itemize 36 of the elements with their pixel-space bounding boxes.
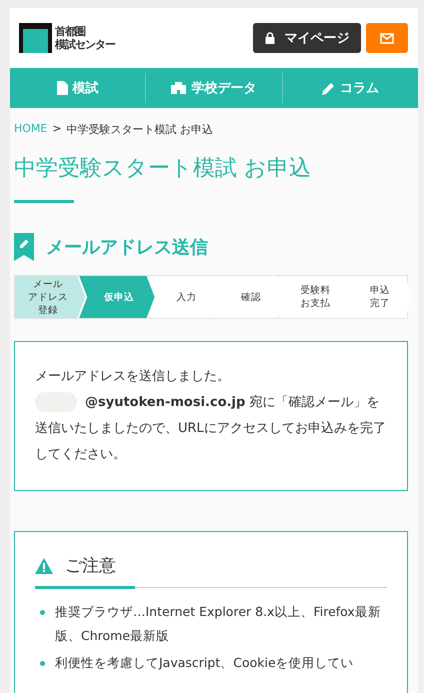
nav-link[interactable]: コラム (282, 68, 418, 108)
step-label: 仮申込 (104, 290, 134, 304)
nav-link[interactable]: 学校データ (146, 68, 282, 108)
warning-icon (35, 558, 53, 574)
nav-link[interactable]: 模試 (10, 68, 146, 108)
mail-button[interactable] (366, 23, 408, 53)
breadcrumb-separator: > (52, 122, 62, 137)
step-label: アドレス (28, 290, 68, 304)
step-label: 完了 (370, 297, 390, 310)
logo-icon (19, 23, 52, 53)
document-icon (56, 81, 68, 95)
step-label: 確認 (240, 290, 261, 304)
pencil-icon (322, 82, 335, 94)
notice-text: 利便性を考慮してJavascript、Cookieを使用してい (55, 654, 354, 672)
pencil-bookmark-icon (14, 233, 34, 261)
step-label: 登録 (38, 304, 58, 316)
page-title: 中学受験スタート模試 お申込 (14, 155, 312, 183)
lock-icon (264, 32, 274, 44)
step-label: 申込 (370, 284, 390, 297)
breadcrumb-link[interactable]: HOME (14, 122, 48, 138)
section-title: メールアドレス送信 (46, 236, 208, 259)
notice-text: 推奨ブラウザ…Internet Explorer 8.x以上、Firefox最新版、Chrome最新版 (55, 603, 382, 645)
logo-text: 首都圏 模試センター (55, 25, 115, 51)
bullet-icon (40, 610, 45, 615)
mypage-button[interactable]: マイページ (253, 23, 361, 53)
message-text: @syutoken-mosi.co.jp 宛に「確認メール」を送信いたしましたので、URLにアクセスしてお申込みを完了してください。 (35, 394, 387, 464)
building-icon (171, 82, 186, 94)
step-label: 受験料 (300, 284, 331, 297)
message-text: メールアドレスを送信しました。 (35, 368, 231, 386)
step-label: 入力 (176, 290, 196, 304)
bullet-icon (40, 661, 45, 666)
step-label: メール (33, 278, 64, 290)
breadcrumb-current: 中学受験スタート模試 お申込 (66, 122, 214, 138)
notice-title: ご注意 (65, 555, 116, 577)
envelope-icon (380, 32, 394, 44)
step-label: お支払 (300, 297, 331, 310)
